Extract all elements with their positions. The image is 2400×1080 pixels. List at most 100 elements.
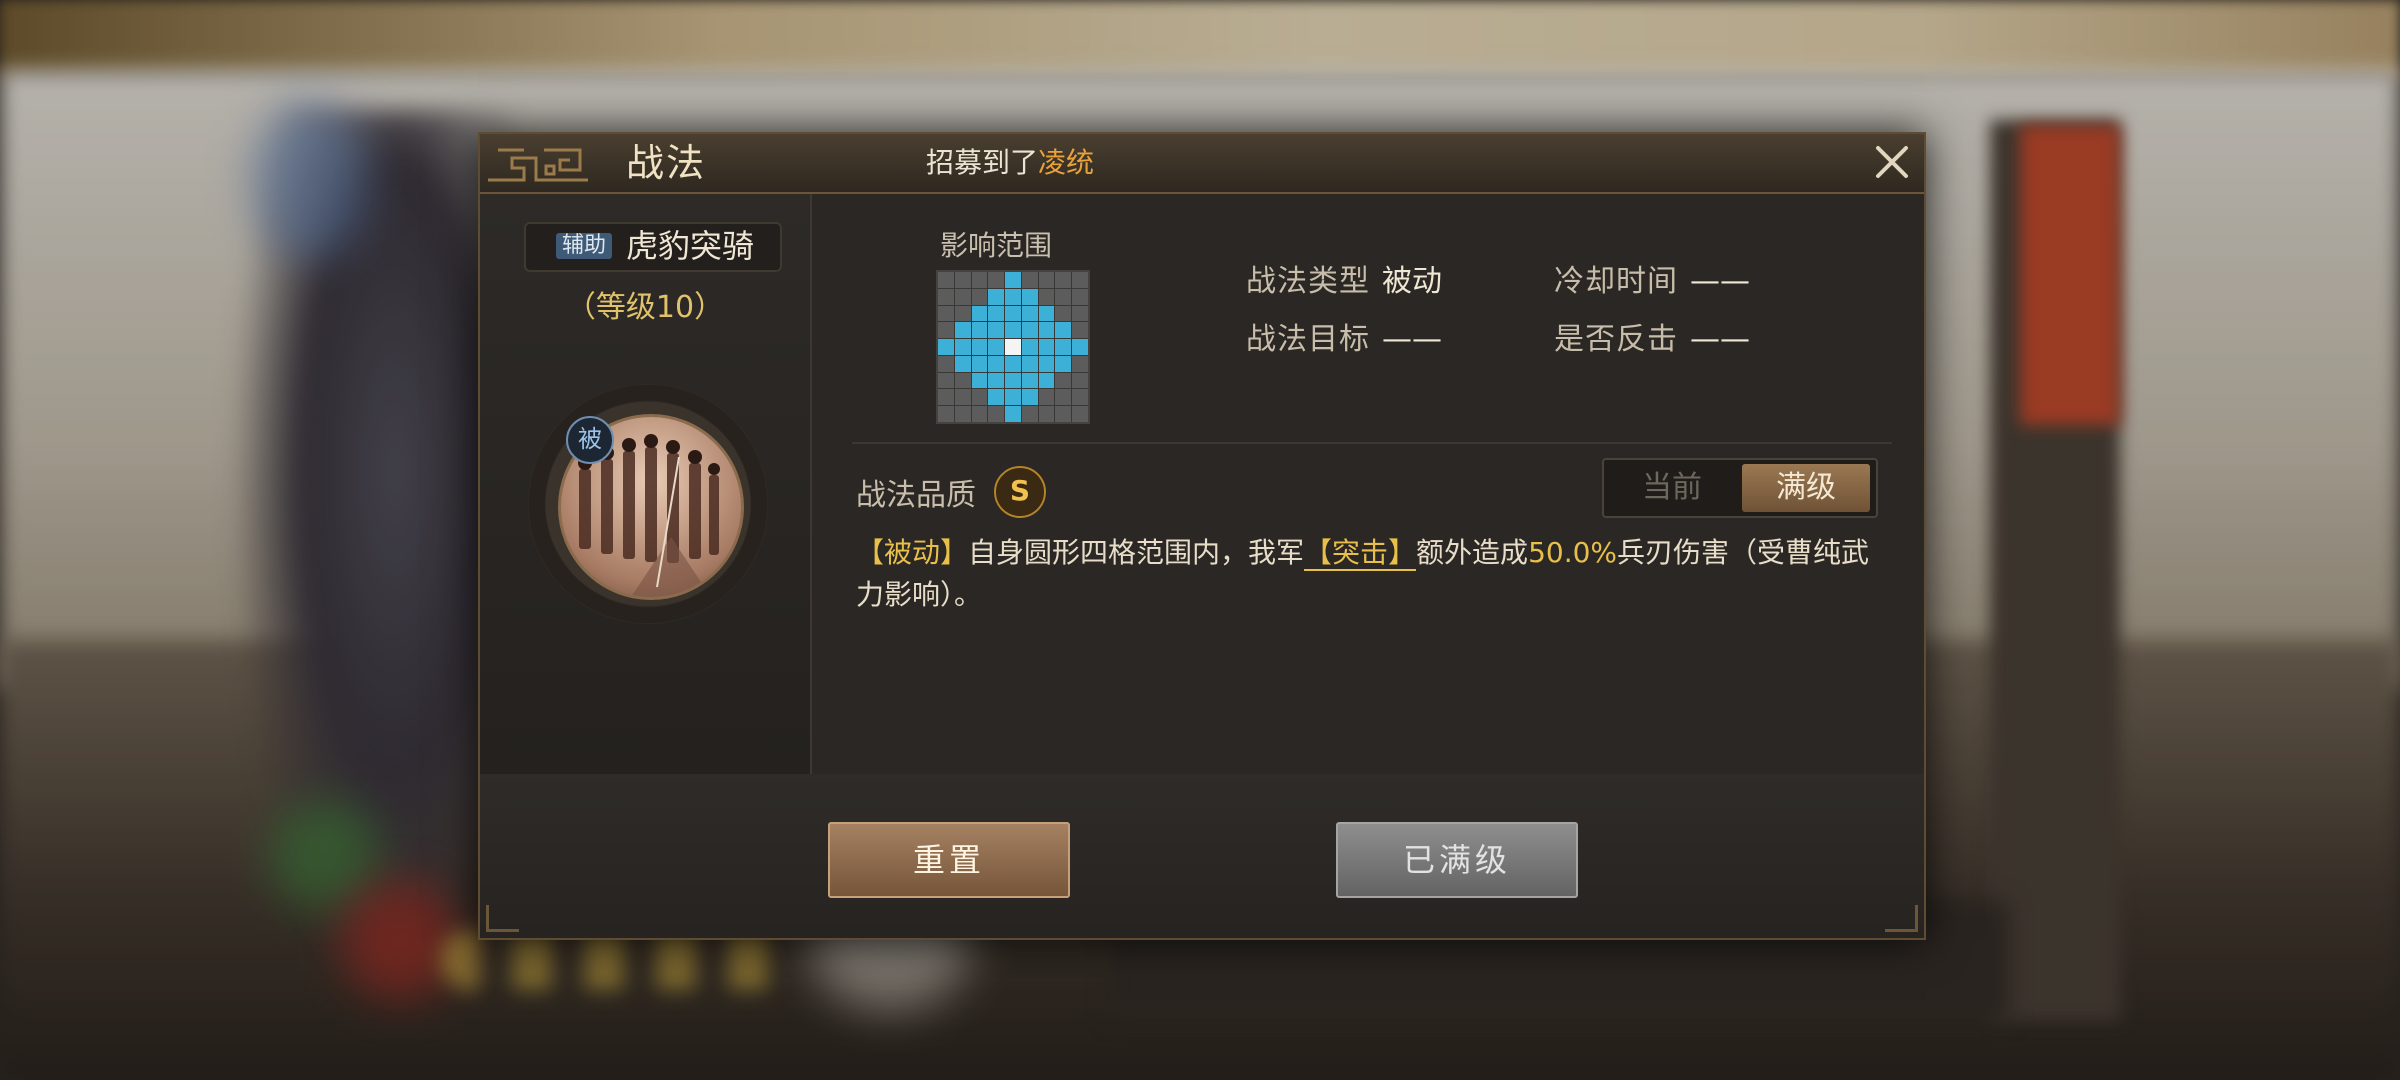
counter-row: 是否反击 —— — [1554, 322, 1750, 358]
range-cell — [971, 389, 988, 406]
range-cell — [1072, 322, 1088, 339]
cooldown-label: 冷却时间 — [1554, 264, 1678, 299]
range-cell-affected — [988, 372, 1005, 389]
range-cell-affected — [1005, 406, 1021, 422]
range-label: 影响范围 — [940, 229, 1053, 262]
range-cell — [938, 305, 954, 322]
range-cell-affected — [954, 322, 971, 339]
range-cell — [954, 288, 971, 305]
range-cell-affected — [971, 322, 988, 339]
range-cell-affected — [1038, 305, 1055, 322]
range-cell-affected — [1055, 339, 1072, 355]
maxed-button[interactable]: 已满级 — [1336, 822, 1578, 898]
cooldown-value: —— — [1690, 264, 1750, 299]
range-grid — [936, 270, 1090, 424]
range-cell-affected — [1021, 322, 1038, 339]
range-cell — [1055, 406, 1072, 422]
range-cell — [1038, 406, 1055, 422]
counter-value: —— — [1690, 322, 1750, 357]
range-cell — [971, 406, 988, 422]
range-cell-affected — [1005, 305, 1021, 322]
dialog-title: 战法 — [626, 141, 707, 185]
range-cell — [1072, 406, 1088, 422]
range-cell — [1072, 372, 1088, 389]
range-cell — [954, 372, 971, 389]
divider — [852, 442, 1892, 444]
close-icon[interactable] — [1872, 142, 1912, 182]
skill-summary-panel: 辅助 虎豹突骑 （等级10） 被 — [480, 194, 812, 774]
range-cell — [938, 355, 954, 372]
skill-name: 虎豹突骑 — [626, 227, 755, 265]
range-cell — [1055, 272, 1072, 288]
skill-target-label: 战法目标 — [1246, 322, 1370, 357]
range-cell-affected — [1038, 339, 1055, 355]
range-cell — [954, 389, 971, 406]
range-cell — [1072, 305, 1088, 322]
skill-description: 【被动】自身圆形四格范围内，我军【突击】额外造成50.0%兵刃伤害（受曹纯武力影… — [856, 532, 1896, 616]
range-cell-affected — [988, 288, 1005, 305]
passive-badge: 被 — [566, 416, 614, 464]
range-cell-affected — [1005, 288, 1021, 305]
range-cell — [971, 288, 988, 305]
range-cell-affected — [1021, 339, 1038, 355]
range-cell-affected — [988, 305, 1005, 322]
range-cell — [1055, 288, 1072, 305]
range-cell — [938, 406, 954, 422]
range-cell — [938, 372, 954, 389]
desc-passive-tag: 【被动】 — [856, 536, 969, 569]
range-cell — [988, 406, 1005, 422]
range-cell-affected — [954, 339, 971, 355]
range-cell-affected — [1055, 355, 1072, 372]
skill-type-row: 战法类型 被动 — [1246, 264, 1442, 300]
range-cell-affected — [971, 305, 988, 322]
range-cell-affected — [938, 339, 954, 355]
range-cell-affected — [971, 355, 988, 372]
range-cell — [954, 272, 971, 288]
notice-text: 招募到了 — [926, 146, 1039, 179]
range-cell-affected — [1038, 372, 1055, 389]
range-cell-affected — [1072, 339, 1088, 355]
skill-tag: 辅助 — [556, 233, 613, 259]
range-cell — [1055, 372, 1072, 389]
reset-button[interactable]: 重置 — [828, 822, 1070, 898]
range-cell — [938, 272, 954, 288]
quality-label: 战法品质 — [856, 478, 976, 513]
range-cell — [1072, 389, 1088, 406]
range-cell-affected — [971, 372, 988, 389]
range-cell-affected — [1021, 305, 1038, 322]
quality-grade-badge: S — [994, 466, 1046, 518]
range-center-cell — [1005, 339, 1021, 355]
range-cell — [1055, 305, 1072, 322]
recruit-notice: 招募到了凌统 — [926, 146, 1094, 180]
counter-label: 是否反击 — [1554, 322, 1678, 357]
range-cell-affected — [1005, 355, 1021, 372]
range-cell-affected — [1005, 322, 1021, 339]
range-cell-affected — [988, 339, 1005, 355]
range-cell-affected — [1055, 322, 1072, 339]
range-cell-affected — [1005, 272, 1021, 288]
range-cell-affected — [954, 355, 971, 372]
desc-assault-link[interactable]: 【突击】 — [1304, 536, 1417, 571]
range-cell-affected — [988, 389, 1005, 406]
dialog-footer: 重置 已满级 — [480, 774, 1924, 938]
range-cell-affected — [971, 339, 988, 355]
range-cell — [1072, 355, 1088, 372]
toggle-max-level[interactable]: 满级 — [1742, 464, 1870, 512]
range-cell — [1055, 389, 1072, 406]
skill-level: （等级10） — [565, 290, 725, 325]
skill-detail-panel: 影响范围 战法类型 被动 冷却时间 —— 战法目标 —— 是否反击 —— 战法品质 S … — [812, 194, 1922, 774]
range-cell-affected — [1038, 355, 1055, 372]
range-cell — [1021, 272, 1038, 288]
notice-general-name: 凌统 — [1038, 146, 1095, 179]
range-cell — [1021, 406, 1038, 422]
range-cell-affected — [1021, 389, 1038, 406]
title-ornament-icon — [488, 148, 588, 182]
range-cell-affected — [1021, 288, 1038, 305]
range-cell-affected — [1038, 322, 1055, 339]
level-toggle: 当前 满级 — [1602, 458, 1878, 518]
cooldown-row: 冷却时间 —— — [1554, 264, 1750, 300]
range-cell-affected — [1021, 355, 1038, 372]
range-cell-affected — [988, 355, 1005, 372]
toggle-current[interactable]: 当前 — [1608, 464, 1736, 512]
skill-type-label: 战法类型 — [1246, 264, 1370, 299]
